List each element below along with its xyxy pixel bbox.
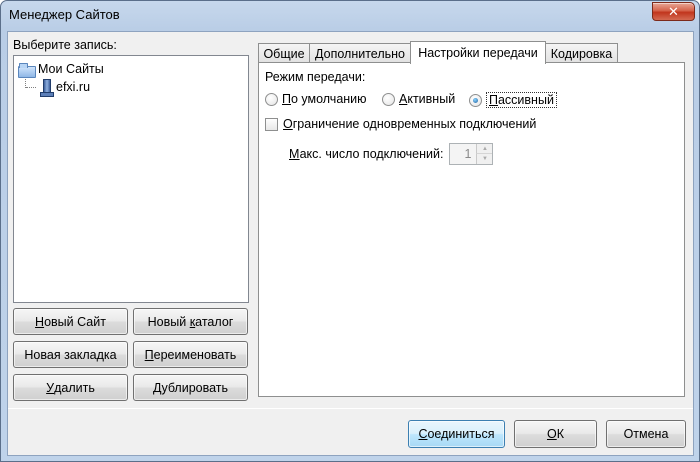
checkbox-unchecked-icon: [265, 117, 278, 131]
site-tree[interactable]: Мои Сайты efxi.ru: [13, 55, 249, 303]
title-bar[interactable]: Менеджер Сайтов ✕: [1, 1, 699, 31]
delete-button[interactable]: Удалить: [13, 374, 128, 401]
tree-connector: [26, 87, 36, 88]
close-icon: ✕: [668, 3, 679, 19]
tree-item-label: efxi.ru: [56, 80, 91, 94]
dialog-body: Выберите запись: Мои Сайты efxi.ru Новый…: [7, 31, 694, 456]
tree-item-my-sites[interactable]: Мои Сайты: [18, 62, 104, 78]
site-manager-window: Менеджер Сайтов ✕ Выберите запись: Мои С…: [0, 0, 700, 462]
new-site-button[interactable]: Новый Сайт: [13, 308, 128, 335]
transfer-mode-label: Режим передачи:: [265, 70, 366, 84]
radio-unchecked-icon: [265, 92, 278, 106]
spin-up-icon[interactable]: ▲: [476, 144, 493, 154]
tab-advanced[interactable]: Дополнительно: [309, 43, 411, 63]
transfer-settings-panel: Режим передачи: По умолчанию Активный Па…: [258, 62, 685, 397]
radio-default-mode[interactable]: По умолчанию: [265, 92, 367, 106]
new-folder-button[interactable]: Новый к аталог: [133, 308, 248, 335]
radio-unchecked-icon: [382, 92, 395, 106]
limit-connections-checkbox[interactable]: Ограничение одновременных подключений: [265, 117, 536, 131]
tree-item-label: Мои Сайты: [38, 62, 104, 76]
tab-transfer-settings[interactable]: Настройки передачи: [410, 41, 546, 64]
rename-button[interactable]: Переименовать: [133, 341, 248, 368]
footer-divider: [8, 408, 693, 409]
radio-active-mode[interactable]: Активный: [382, 92, 455, 106]
radio-checked-icon: [469, 93, 482, 107]
max-connections-stepper[interactable]: 1 ▲ ▼: [449, 143, 494, 165]
max-connections-value: 1: [464, 147, 472, 161]
ok-button[interactable]: ОК: [514, 420, 597, 448]
duplicate-button[interactable]: Дублировать: [133, 374, 248, 401]
new-bookmark-button[interactable]: Новая закладка: [13, 341, 128, 368]
tab-charset[interactable]: Кодировка: [545, 43, 618, 63]
select-entry-label: Выберите запись:: [13, 38, 117, 52]
max-connections-row: Макс. число подключений: 1 ▲ ▼: [289, 143, 494, 165]
server-icon: [39, 79, 54, 97]
tree-item-site[interactable]: efxi.ru: [39, 79, 91, 97]
connect-button[interactable]: Соединиться: [408, 420, 505, 448]
window-title: Менеджер Сайтов: [9, 7, 120, 22]
folder-icon: [18, 62, 36, 78]
max-connections-label: Макс. число подключений:: [289, 147, 444, 161]
tab-general[interactable]: Общие: [258, 43, 310, 63]
cancel-button[interactable]: Отмена: [606, 420, 686, 448]
spin-down-icon[interactable]: ▼: [476, 154, 493, 164]
close-button[interactable]: ✕: [652, 2, 695, 21]
radio-passive-mode[interactable]: Пассивный: [469, 92, 557, 108]
